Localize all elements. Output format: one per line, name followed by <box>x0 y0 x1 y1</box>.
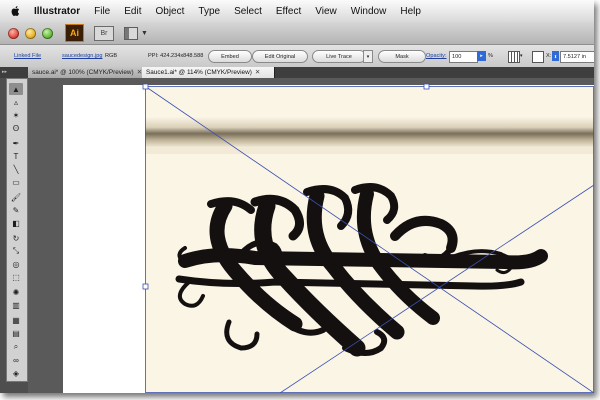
warp-tool-icon[interactable]: ◎ <box>9 258 23 270</box>
apple-icon[interactable] <box>10 5 22 17</box>
illustrator-logo: Ai <box>65 24 84 42</box>
menu-help[interactable]: Help <box>400 6 421 17</box>
line-tool-icon[interactable]: ╲ <box>9 163 23 175</box>
live-paint-tool-icon[interactable]: ◈ <box>9 367 23 379</box>
x-coordinate-input[interactable]: 7.5127 in <box>560 51 594 63</box>
tab-label: Sauce1.ai* @ 114% (CMYK/Preview) <box>146 69 252 76</box>
rotate-tool-icon[interactable]: ↻ <box>9 232 23 244</box>
live-trace-button[interactable]: Live Trace <box>312 50 366 63</box>
menu-type[interactable]: Type <box>198 6 220 17</box>
eyedropper-tool-icon[interactable]: ⌕ <box>9 341 23 353</box>
tab-label: sauce.ai* @ 100% (CMYK/Preview) <box>32 69 134 76</box>
mesh-tool-icon[interactable]: ▦ <box>9 314 23 326</box>
embed-button[interactable]: Embed <box>208 50 252 63</box>
gradient-tool-icon[interactable]: ▤ <box>9 327 23 339</box>
eraser-tool-icon[interactable]: ◧ <box>9 217 23 229</box>
lasso-tool-icon[interactable]: ʘ <box>9 122 23 134</box>
mask-button[interactable]: Mask <box>378 50 426 63</box>
menu-window[interactable]: Window <box>351 6 387 17</box>
ppi-label: PPI: 424.234x848.588 <box>148 53 204 59</box>
menu-object[interactable]: Object <box>155 6 184 17</box>
minimize-window-button[interactable] <box>25 27 36 39</box>
tools-panel: ▲ ▵ ✶ ʘ ✒ T ╲ ▭ 🖌 ✎ ◧ ↻ ⤡ ◎ ⬚ ✺ ▥ ▦ ▤ ⌕ ∞ ◈ <box>6 78 28 382</box>
pen-tool-icon[interactable]: ✒ <box>9 137 23 149</box>
align-grid-icon[interactable] <box>508 51 520 63</box>
direct-selection-tool-icon[interactable]: ▵ <box>9 96 23 108</box>
menu-file[interactable]: File <box>94 6 110 17</box>
linked-file-link[interactable]: Linked File <box>14 45 41 67</box>
file-name-link[interactable]: saucedesign.jpg <box>62 45 102 67</box>
application-bar: Ai Br ▼ <box>0 22 594 45</box>
rectangle-tool-icon[interactable]: ▭ <box>9 176 23 188</box>
pencil-tool-icon[interactable]: ✎ <box>9 204 23 216</box>
x-coordinate-label: X: <box>546 53 552 59</box>
menu-bar: Illustrator File Edit Object Type Select… <box>0 0 594 23</box>
arrange-documents-icon[interactable] <box>124 26 138 40</box>
opacity-label[interactable]: Opacity: <box>426 45 447 67</box>
chevron-down-icon[interactable]: ▾ <box>520 45 523 67</box>
menu-effect[interactable]: Effect <box>276 6 301 17</box>
reference-point-icon[interactable] <box>532 51 544 63</box>
document-tabs: ▸▸ sauce.ai* @ 100% (CMYK/Preview) ✕ Sauc… <box>0 67 594 78</box>
panel-grip-icon[interactable]: ▸▸ <box>2 69 7 75</box>
live-trace-options-icon[interactable]: ▾ <box>363 50 373 63</box>
opacity-input[interactable]: 100 <box>449 51 478 63</box>
menu-view[interactable]: View <box>315 6 337 17</box>
edit-original-button[interactable]: Edit Original <box>252 50 308 63</box>
close-window-button[interactable] <box>8 27 19 39</box>
symbol-sprayer-tool-icon[interactable]: ✺ <box>9 286 23 298</box>
close-icon[interactable]: ✕ <box>255 67 260 78</box>
blend-tool-icon[interactable]: ∞ <box>9 354 23 366</box>
scale-tool-icon[interactable]: ⤡ <box>9 245 23 257</box>
tab-sauce1[interactable]: Sauce1.ai* @ 114% (CMYK/Preview) ✕ <box>142 67 275 78</box>
opacity-dropdown-icon[interactable]: ▸ <box>477 51 486 61</box>
tab-sauce[interactable]: sauce.ai* @ 100% (CMYK/Preview) ✕ <box>28 67 143 78</box>
type-tool-icon[interactable]: T <box>9 150 23 162</box>
menu-illustrator[interactable]: Illustrator <box>34 6 80 17</box>
chevron-down-icon[interactable]: ▼ <box>141 30 148 37</box>
free-transform-tool-icon[interactable]: ⬚ <box>9 271 23 283</box>
placed-image[interactable] <box>145 86 594 393</box>
color-mode-label: RGB <box>105 53 118 59</box>
calligraphy-artwork <box>145 86 594 393</box>
menu-edit[interactable]: Edit <box>124 6 141 17</box>
magic-wand-tool-icon[interactable]: ✶ <box>9 109 23 121</box>
bridge-button[interactable]: Br <box>94 25 114 41</box>
menu-select[interactable]: Select <box>234 6 262 17</box>
column-graph-tool-icon[interactable]: ▥ <box>9 299 23 311</box>
zoom-window-button[interactable] <box>42 27 53 39</box>
control-bar: Linked File saucedesign.jpg RGB PPI: 424… <box>0 45 594 68</box>
paintbrush-tool-icon[interactable]: 🖌 <box>9 191 23 203</box>
illustrator-window: Illustrator File Edit Object Type Select… <box>0 0 594 393</box>
opacity-unit: % <box>488 53 493 59</box>
selection-tool-icon[interactable]: ▲ <box>9 83 23 95</box>
x-stepper-icon[interactable]: ⬍ <box>552 51 559 61</box>
